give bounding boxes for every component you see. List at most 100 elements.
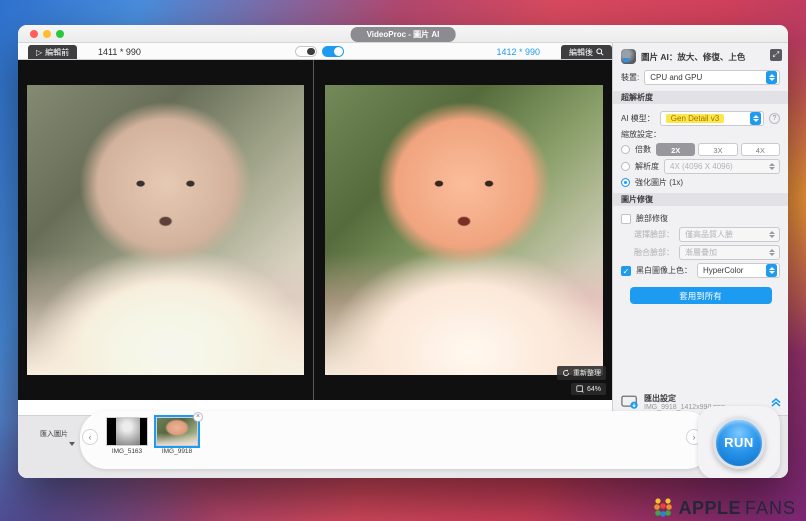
import-image-button[interactable]: 匯入圖片 — [34, 426, 74, 439]
zoom-indicator[interactable]: 64% — [571, 383, 606, 395]
thumbnail-image — [156, 417, 198, 446]
scale-4x-button[interactable]: 4X — [741, 143, 780, 156]
remove-thumbnail-icon[interactable]: × — [193, 412, 203, 422]
scale-segment: 2X 3X 4X — [656, 143, 780, 156]
section-super-resolution: 超解析度 — [613, 91, 788, 104]
thumbnail-tray: ‹ IMG_5163 × IMG_9918 › — [80, 411, 712, 469]
filmstrip-bar: 匯入圖片 ‹ IMG_5163 × IMG_9918 › RUN — [18, 415, 788, 478]
super-resolution-body: AI 模型： Gen Detail v3 ? 縮放設定： 倍數 2X 3X — [613, 104, 788, 193]
colorize-value: HyperColor — [703, 266, 766, 275]
scale-radio[interactable] — [621, 145, 630, 154]
import-dropdown-caret[interactable] — [69, 442, 75, 446]
enhance-radio-label: 強化圖片 (1x) — [635, 177, 683, 188]
after-image — [325, 85, 603, 375]
device-label: 裝置: — [621, 72, 639, 83]
minimize-window-button[interactable] — [43, 30, 51, 38]
compare-toggle-off[interactable] — [295, 46, 317, 57]
enhance-radio[interactable] — [621, 178, 630, 187]
face-blend-dropdown: 漸層疊加 — [679, 245, 780, 260]
editor-toolbar: ▷ 編輯前 1411 * 990 1412 * 990 編輯後 — [18, 43, 612, 60]
scale-settings-label: 縮放設定： — [621, 129, 661, 140]
collapse-chevrons-icon[interactable] — [770, 396, 782, 408]
applefans-watermark: APPLE FANS — [652, 497, 796, 519]
scroll-left-button[interactable]: ‹ — [82, 429, 98, 445]
refresh-label: 重新整理 — [573, 368, 601, 378]
enhance-radio-row: 強化圖片 (1x) — [621, 177, 780, 188]
run-tray: RUN — [698, 406, 780, 478]
thumbnail-image — [106, 417, 148, 446]
run-button[interactable]: RUN — [713, 417, 765, 469]
import-label: 匯入圖片 — [34, 429, 74, 439]
expand-panel-icon[interactable]: ⤢ — [770, 49, 782, 61]
applefans-logo-icon — [652, 497, 674, 519]
export-icon — [621, 395, 639, 410]
zoom-level: 64% — [587, 386, 601, 393]
refresh-button[interactable]: 重新整理 — [557, 366, 606, 380]
before-image — [27, 85, 304, 375]
resolution-radio-label: 解析度 — [635, 161, 659, 172]
ai-model-value: Gen Detail v3 — [666, 114, 724, 123]
colorize-row: ✓ 黑白圖像上色： HyperColor — [621, 263, 780, 278]
tab-before-label: 編輯前 — [45, 47, 69, 58]
face-select-row: 選擇臉部： 僅高品質人臉 — [634, 227, 780, 242]
tab-before[interactable]: ▷ 編輯前 — [28, 45, 77, 59]
sidebar-header: 圖片 AI：放大、修復、上色 — [613, 43, 788, 68]
face-restore-row: 臉部修復 — [621, 213, 780, 224]
settings-sidebar: 圖片 AI：放大、修復、上色 ⤢ 裝置: CPU and GPU 超解析度 AI… — [612, 43, 788, 415]
face-restore-checkbox[interactable] — [621, 214, 631, 224]
face-select-value: 僅高品質人臉 — [685, 229, 766, 240]
face-select-label: 選擇臉部： — [634, 229, 674, 240]
scale-2x-button[interactable]: 2X — [656, 143, 695, 156]
stepper-icon — [750, 112, 761, 125]
stepper-icon — [766, 160, 777, 173]
image-ai-icon — [621, 49, 636, 64]
colorize-checkbox[interactable]: ✓ — [621, 266, 631, 276]
magnifier-icon — [596, 48, 604, 56]
section-image-repair: 圖片修復 — [613, 193, 788, 206]
image-repair-body: 臉部修復 選擇臉部： 僅高品質人臉 融合臉部： 漸層疊加 — [613, 206, 788, 306]
stepper-icon — [766, 246, 777, 259]
resolution-value: 4X (4096 X 4096) — [670, 162, 766, 171]
before-panel[interactable] — [18, 60, 314, 400]
device-row: 裝置: CPU and GPU — [613, 68, 788, 91]
face-blend-row: 融合臉部： 漸層疊加 — [634, 245, 780, 260]
brand-bold: APPLE — [678, 498, 741, 519]
zoom-window-button[interactable] — [56, 30, 64, 38]
face-restore-label: 臉部修復 — [636, 213, 668, 224]
colorize-select[interactable]: HyperColor — [697, 263, 780, 278]
face-blend-label: 融合臉部： — [634, 247, 674, 258]
after-panel[interactable]: 重新整理 64% — [316, 60, 612, 400]
play-icon: ▷ — [36, 48, 42, 57]
scale-settings-label-row: 縮放設定： — [621, 129, 780, 140]
ai-model-label: AI 模型： — [621, 113, 655, 124]
device-select[interactable]: CPU and GPU — [644, 70, 780, 85]
stepper-icon — [766, 228, 777, 241]
desktop-wallpaper: VideoProc - 圖片 AI ▷ 編輯前 1411 * 990 1412 … — [0, 0, 806, 521]
export-title: 匯出設定 — [644, 393, 765, 404]
resolution-select: 4X (4096 X 4096) — [664, 159, 780, 174]
resolution-radio-row: 解析度 4X (4096 X 4096) — [621, 159, 780, 174]
refresh-icon — [562, 369, 570, 377]
tab-after[interactable]: 編輯後 — [561, 45, 612, 59]
colorize-label: 黑白圖像上色： — [636, 265, 692, 276]
apply-to-all-button[interactable]: 套用到所有 — [630, 287, 772, 304]
toggle-knob — [307, 48, 315, 55]
close-window-button[interactable] — [30, 30, 38, 38]
help-icon[interactable]: ? — [769, 113, 780, 124]
sidebar-title: 圖片 AI：放大、修復、上色 — [641, 51, 745, 63]
thumbnail-img-9918-selected[interactable]: × IMG_9918 — [156, 417, 198, 455]
preview-toggle-on[interactable] — [322, 46, 344, 57]
face-select-dropdown: 僅高品質人臉 — [679, 227, 780, 242]
thumbnail-img-5163[interactable]: IMG_5163 — [106, 417, 148, 455]
window-title: VideoProc - 圖片 AI — [351, 27, 456, 42]
zoom-icon — [576, 385, 584, 393]
resolution-radio[interactable] — [621, 162, 630, 171]
scale-radio-label: 倍數 — [635, 144, 651, 155]
face-blend-value: 漸層疊加 — [685, 247, 766, 258]
thumbnail-name: IMG_9918 — [156, 448, 198, 455]
ai-model-select[interactable]: Gen Detail v3 — [660, 111, 764, 126]
scale-3x-button[interactable]: 3X — [698, 143, 737, 156]
before-dimensions: 1411 * 990 — [98, 47, 141, 57]
tab-after-label: 編輯後 — [569, 47, 593, 58]
stepper-icon — [766, 71, 777, 84]
